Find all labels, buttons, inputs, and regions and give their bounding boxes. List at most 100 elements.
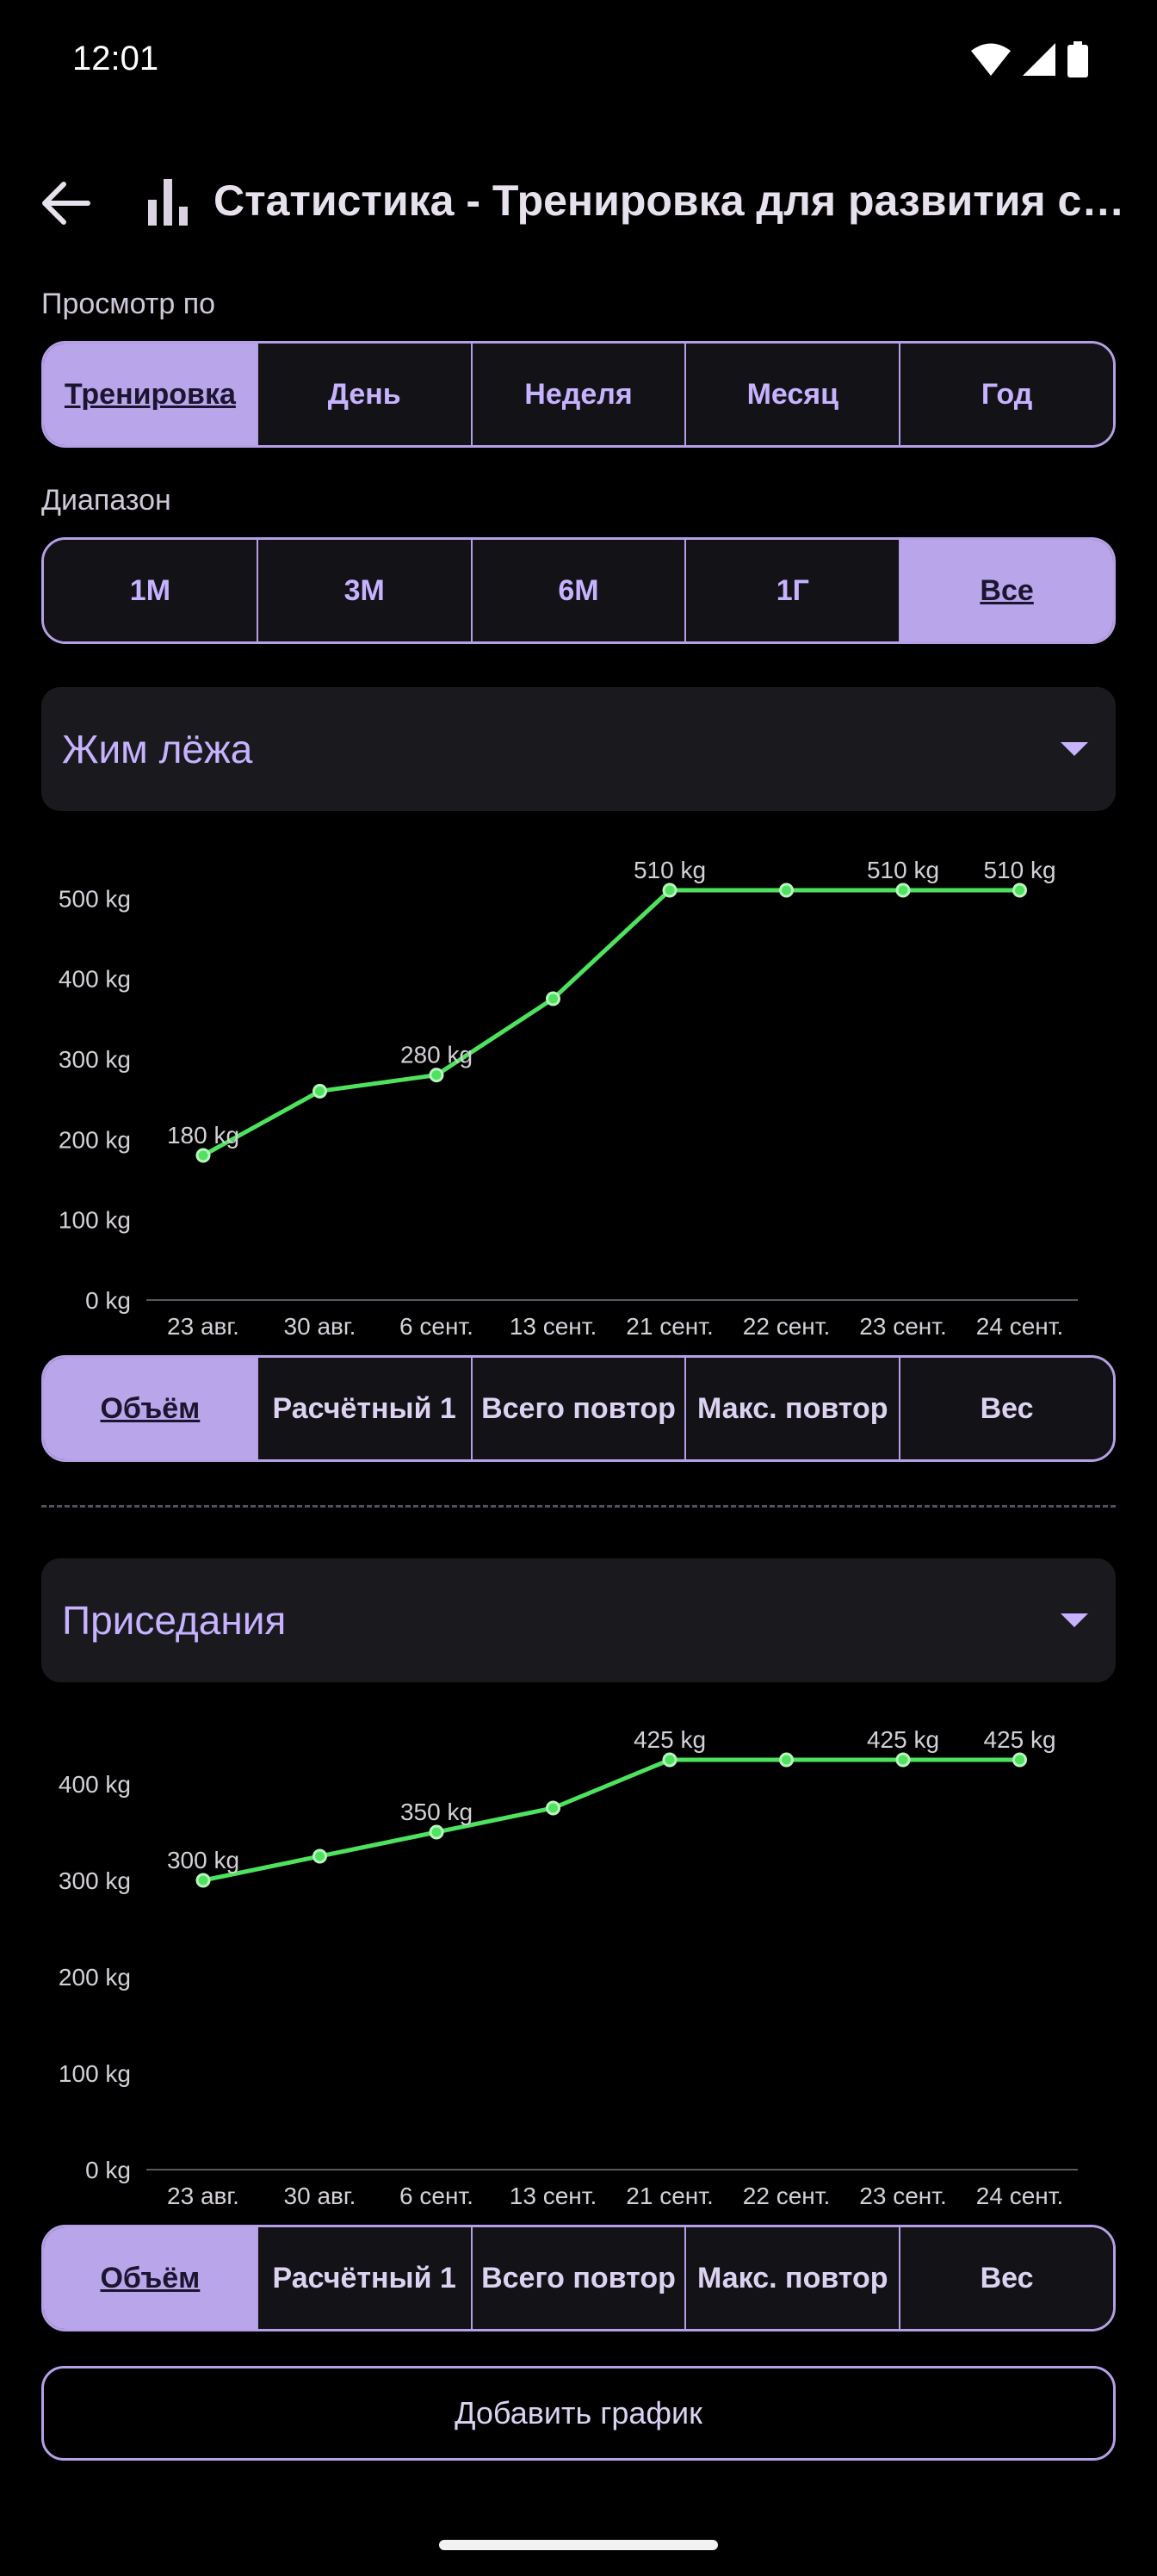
y-tick-label: 300 kg (59, 1046, 131, 1073)
y-tick-label: 500 kg (59, 885, 131, 912)
exercise-dropdown-squat[interactable]: Приседания (41, 1558, 1116, 1682)
x-tick-label: 13 сент. (510, 2183, 597, 2209)
series-line (201, 888, 1020, 1158)
view-by-label: Просмотр по (41, 288, 216, 320)
add-chart-button[interactable]: Добавить график (41, 2366, 1116, 2461)
exercise-dropdown-bench[interactable]: Жим лёжа (41, 687, 1116, 811)
data-point (1012, 882, 1027, 898)
wifi-icon (971, 43, 1011, 76)
y-tick-label: 200 kg (59, 1964, 131, 1991)
x-tick-label: 6 сент. (399, 1313, 473, 1340)
data-label: 425 kg (634, 1726, 706, 1753)
metric-estimated-1rm[interactable]: Расчётный 1 (257, 2227, 473, 2329)
x-tick-label: 30 авг. (284, 1313, 356, 1340)
view-by-year[interactable]: Год (900, 344, 1113, 445)
data-point (195, 1873, 211, 1888)
home-indicator (439, 2540, 718, 2550)
view-by-week[interactable]: Неделя (472, 344, 687, 445)
metric-max-reps[interactable]: Макс. повтор (686, 1358, 901, 1459)
range-6m[interactable]: 6М (472, 540, 687, 641)
x-tick-label: 23 авг. (167, 1313, 239, 1340)
data-point (662, 882, 677, 898)
bar-chart-icon (148, 179, 188, 226)
data-point (195, 1148, 211, 1163)
status-icons (971, 41, 1088, 77)
squat-line-chart: 0 kg 100 kg 200 kg 300 kg 400 kg 23 авг. 30 ав… (59, 1726, 1078, 2209)
x-tick-label: 24 сент. (976, 2183, 1063, 2209)
y-tick-label: 100 kg (59, 2060, 131, 2087)
data-label: 510 kg (634, 857, 706, 883)
data-point (895, 1752, 911, 1768)
battery-icon (1067, 41, 1088, 77)
data-label: 510 kg (867, 857, 939, 883)
signal-icon (1023, 43, 1055, 76)
data-point (429, 1068, 444, 1083)
y-tick-label: 400 kg (59, 966, 131, 993)
data-point (546, 1800, 560, 1816)
data-point (779, 882, 794, 898)
x-tick-label: 22 сент. (743, 1313, 830, 1340)
data-point (895, 882, 911, 898)
metric-total-reps[interactable]: Всего повтор (472, 1358, 687, 1459)
metric-estimated-1rm[interactable]: Расчётный 1 (257, 1358, 473, 1459)
data-point (312, 1848, 327, 1864)
data-point (779, 1752, 794, 1768)
section-divider (41, 1505, 1116, 1508)
metric-volume[interactable]: Объём (44, 1358, 258, 1459)
y-tick-label: 400 kg (59, 1771, 131, 1798)
view-by-segmented: Тренировка День Неделя Месяц Год (41, 341, 1116, 448)
x-tick-label: 22 сент. (743, 2183, 830, 2209)
view-by-day[interactable]: День (257, 344, 473, 445)
series-line (202, 1757, 1020, 1883)
data-label: 425 kg (983, 1726, 1055, 1753)
metric-weight[interactable]: Вес (900, 2227, 1113, 2329)
data-label: 280 kg (400, 1042, 473, 1068)
x-tick-label: 21 сент. (626, 1313, 713, 1340)
view-by-workout[interactable]: Тренировка (44, 344, 258, 445)
x-tick-label: 6 сент. (399, 2183, 473, 2209)
x-tick-label: 23 сент. (859, 2183, 946, 2209)
range-label: Диапазон (41, 484, 171, 517)
view-by-month[interactable]: Месяц (686, 344, 901, 445)
metric-segmented-squat: Объём Расчётный 1 Всего повтор Макс. пов… (41, 2225, 1116, 2331)
y-tick-label: 200 kg (59, 1126, 131, 1153)
x-tick-label: 23 сент. (859, 1313, 946, 1340)
range-1y[interactable]: 1Г (686, 540, 901, 641)
data-label: 180 kg (167, 1122, 239, 1149)
data-label: 425 kg (867, 1726, 939, 1753)
data-label: 300 kg (167, 1847, 239, 1873)
x-tick-label: 24 сент. (976, 1313, 1063, 1340)
range-3m[interactable]: 3М (257, 540, 473, 641)
exercise-name: Приседания (62, 1598, 287, 1643)
range-1m[interactable]: 1М (44, 540, 258, 641)
data-point (1012, 1752, 1027, 1768)
data-label: 510 kg (983, 857, 1055, 883)
exercise-name: Жим лёжа (62, 727, 253, 771)
y-tick-label: 0 kg (85, 2157, 131, 2183)
data-point (546, 991, 560, 1006)
status-time: 12:01 (72, 40, 159, 77)
bench-line-chart: 0 kg 100 kg 200 kg 300 kg 400 kg 500 kg 23 авг… (59, 857, 1078, 1340)
metric-max-reps[interactable]: Макс. повтор (686, 2227, 901, 2329)
metric-total-reps[interactable]: Всего повтор (472, 2227, 687, 2329)
range-segmented: 1М 3М 6М 1Г Все (41, 537, 1116, 644)
dropdown-arrow-icon (1061, 742, 1088, 756)
metric-volume[interactable]: Объём (44, 2227, 258, 2329)
range-all[interactable]: Все (900, 540, 1113, 641)
y-tick-label: 100 kg (59, 1207, 131, 1234)
x-tick-label: 23 авг. (167, 2183, 239, 2209)
back-button[interactable] (34, 172, 96, 234)
arrow-back-icon (42, 182, 90, 225)
y-tick-label: 0 kg (85, 1287, 131, 1314)
x-tick-label: 13 сент. (510, 1313, 597, 1340)
x-tick-label: 21 сент. (626, 2183, 713, 2209)
data-point (429, 1824, 444, 1840)
metric-segmented-bench: Объём Расчётный 1 Всего повтор Макс. пов… (41, 1355, 1116, 1462)
data-point (312, 1083, 327, 1099)
dropdown-arrow-icon (1061, 1613, 1088, 1627)
metric-weight[interactable]: Вес (900, 1358, 1113, 1459)
data-label: 350 kg (400, 1799, 473, 1825)
data-point (662, 1752, 677, 1768)
page-title: Статистика - Тренировка для развития сил… (213, 176, 1126, 225)
x-tick-label: 30 авг. (284, 2183, 356, 2209)
